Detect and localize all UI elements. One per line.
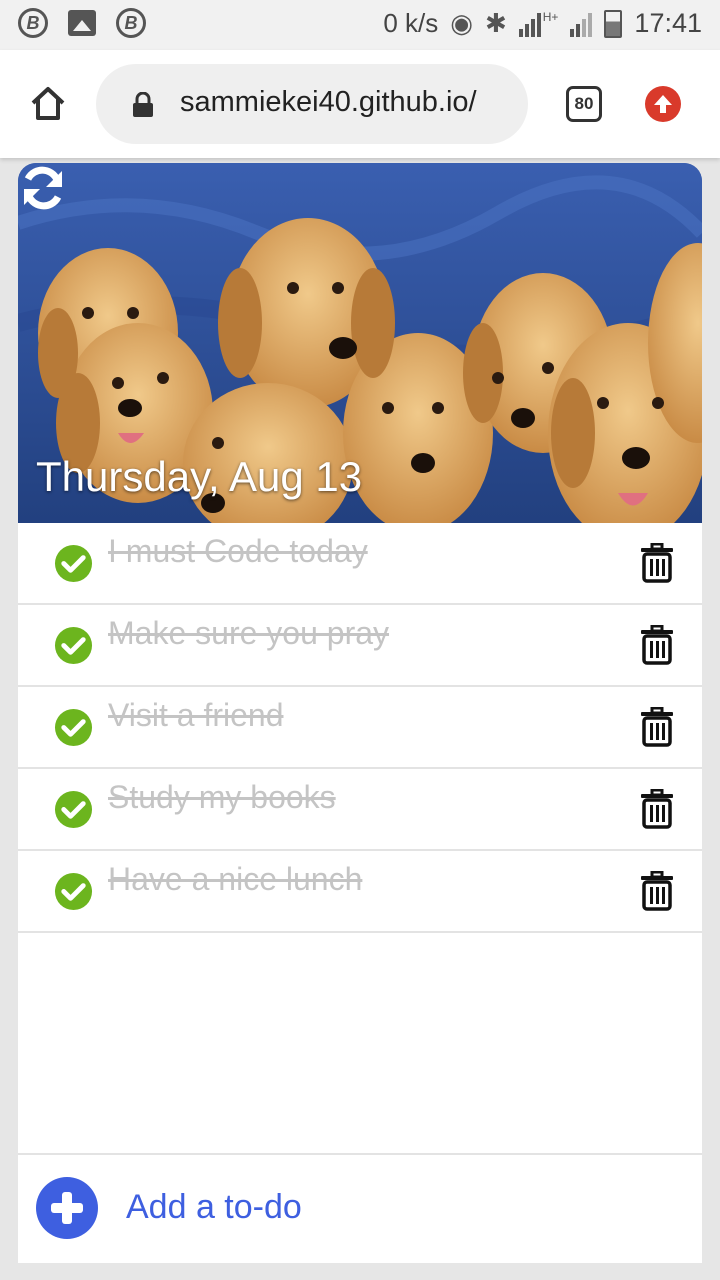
- add-todo-bar[interactable]: Add a to-do: [18, 1153, 702, 1263]
- check-circle-icon[interactable]: [54, 872, 93, 911]
- trash-icon[interactable]: [640, 625, 674, 665]
- url-text[interactable]: sammiekei40.github.io/: [180, 86, 510, 119]
- b-notification-icon: B: [18, 8, 48, 38]
- todo-text: I must Code today: [108, 533, 368, 569]
- hotspot-icon: ◉: [450, 8, 473, 38]
- todo-item[interactable]: Study my books: [18, 769, 702, 851]
- hero-image: Thursday, Aug 13: [18, 163, 702, 523]
- todo-item[interactable]: Make sure you pray: [18, 605, 702, 687]
- todo-text: Visit a friend: [108, 697, 284, 733]
- trash-icon[interactable]: [640, 707, 674, 747]
- browser-toolbar: sammiekei40.github.io/ 80: [0, 50, 720, 158]
- signal-icon: [518, 11, 541, 37]
- todo-item[interactable]: Visit a friend: [18, 687, 702, 769]
- trash-icon[interactable]: [640, 789, 674, 829]
- signal-icon: [570, 11, 593, 37]
- todo-list: I must Code today Make sure you pray Vis…: [18, 523, 702, 933]
- address-bar[interactable]: sammiekei40.github.io/: [96, 64, 528, 144]
- check-circle-icon[interactable]: [54, 790, 93, 829]
- trash-icon[interactable]: [640, 871, 674, 911]
- b-notification-icon: B: [116, 8, 146, 38]
- battery-icon: [604, 9, 623, 38]
- update-button[interactable]: [645, 86, 681, 122]
- arrow-up-icon: [654, 95, 672, 113]
- add-todo-label[interactable]: Add a to-do: [126, 1188, 302, 1227]
- image-notification-icon: [68, 10, 96, 36]
- home-icon[interactable]: [28, 83, 68, 123]
- todo-card: Thursday, Aug 13 I must Code today Make …: [18, 163, 702, 1263]
- status-bar: B B 0 k/s ◉ ✱ H+ 17:41: [0, 0, 720, 50]
- plus-circle-icon[interactable]: [36, 1177, 98, 1239]
- todo-text: Have a nice lunch: [108, 861, 363, 897]
- todo-text: Study my books: [108, 779, 336, 815]
- todo-text: Make sure you pray: [108, 615, 390, 651]
- todo-item[interactable]: Have a nice lunch: [18, 851, 702, 933]
- bluetooth-icon: ✱: [484, 8, 507, 38]
- date-heading: Thursday, Aug 13: [36, 453, 363, 500]
- lock-icon: [133, 92, 153, 117]
- check-circle-icon[interactable]: [54, 708, 93, 747]
- todo-item[interactable]: I must Code today: [18, 523, 702, 605]
- check-circle-icon[interactable]: [54, 544, 93, 583]
- tab-switcher-button[interactable]: 80: [566, 86, 602, 122]
- refresh-icon[interactable]: [18, 163, 68, 213]
- network-speed: 0 k/s: [383, 8, 439, 38]
- check-circle-icon[interactable]: [54, 626, 93, 665]
- network-type: H+: [542, 9, 559, 24]
- trash-icon[interactable]: [640, 543, 674, 583]
- clock: 17:41: [634, 8, 702, 38]
